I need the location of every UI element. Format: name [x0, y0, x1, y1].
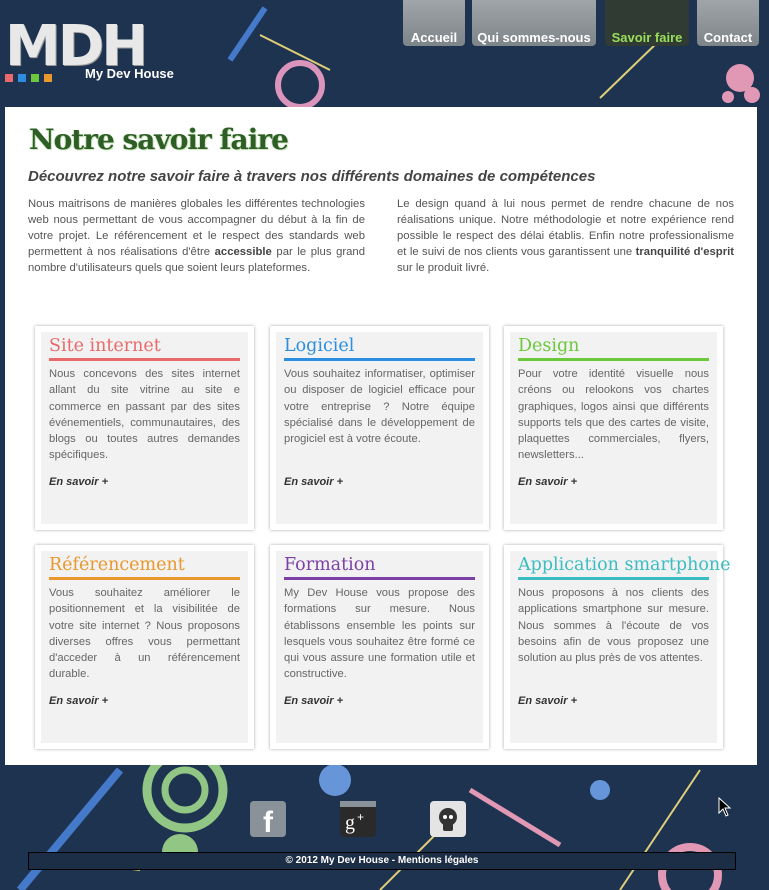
card-title: Référencement: [49, 555, 240, 580]
content-panel: Notre savoir faire Découvrez notre savoi…: [5, 107, 757, 765]
en-savoir-plus-link[interactable]: En savoir +: [284, 476, 343, 488]
card-title: Formation: [284, 555, 475, 580]
en-savoir-plus-link[interactable]: En savoir +: [518, 695, 577, 707]
card-text: Vous souhaitez informatiser, optimiser o…: [284, 368, 475, 446]
card-title: Site internet: [49, 336, 240, 361]
site-logo[interactable]: MDH My Dev House: [5, 14, 197, 82]
en-savoir-plus-link[interactable]: En savoir +: [284, 695, 343, 707]
svg-text:g: g: [345, 812, 355, 834]
mouse-cursor-icon: [718, 797, 732, 817]
logo-subtitle: My Dev House: [85, 66, 174, 81]
card-referencement: Référencement Vous souhaitez améliorer l…: [35, 545, 254, 749]
card-title: Design: [518, 336, 709, 361]
card-formation: Formation My Dev House vous propose des …: [270, 545, 489, 749]
en-savoir-plus-link[interactable]: En savoir +: [518, 476, 577, 488]
en-savoir-plus-link[interactable]: En savoir +: [49, 695, 108, 707]
nav-contact[interactable]: Contact: [697, 0, 759, 46]
site-header: MDH My Dev House Accueil Qui sommes-nous…: [0, 0, 769, 100]
github-icon[interactable]: [430, 801, 466, 837]
card-title: Application smartphone: [518, 555, 731, 580]
card-text: Pour votre identité visuelle nous créons…: [518, 368, 709, 462]
card-application-smartphone: Application smartphone Nous proposons à …: [504, 545, 731, 749]
intro-column-left: Nous maitrisons de manières globales les…: [28, 198, 365, 274]
logo-color-dots: [5, 69, 57, 87]
svg-text:f: f: [263, 806, 274, 837]
google-plus-icon[interactable]: g +: [340, 801, 376, 837]
copyright-bar[interactable]: © 2012 My Dev House - Mentions légales: [28, 852, 736, 870]
card-text: My Dev House vous propose des formations…: [284, 587, 475, 681]
nav-qui-sommes-nous[interactable]: Qui sommes-nous: [472, 0, 596, 46]
en-savoir-plus-link[interactable]: En savoir +: [49, 476, 108, 488]
card-text: Nous concevons des sites internet allant…: [49, 368, 240, 462]
card-design: Design Pour votre identité visuelle nous…: [504, 326, 723, 530]
facebook-icon[interactable]: f: [250, 801, 286, 837]
card-site-internet: Site internet Nous concevons des sites i…: [35, 326, 254, 530]
nav-accueil[interactable]: Accueil: [403, 0, 465, 46]
page-title: Notre savoir faire: [29, 123, 289, 156]
card-text: Vous souhaitez améliorer le positionneme…: [49, 587, 240, 681]
svg-text:+: +: [357, 810, 364, 824]
intro-column-right: Le design quand à lui nous permet de ren…: [397, 198, 734, 274]
nav-savoir-faire[interactable]: Savoir faire: [605, 0, 689, 46]
card-logiciel: Logiciel Vous souhaitez informatiser, op…: [270, 326, 489, 530]
card-text: Nous proposons à nos clients des applica…: [518, 587, 709, 665]
site-footer: f g + © 2012 My Dev House - Mentions léga…: [0, 765, 769, 890]
intro-heading: Découvrez notre savoir faire à travers n…: [28, 168, 596, 185]
card-title: Logiciel: [284, 336, 475, 361]
